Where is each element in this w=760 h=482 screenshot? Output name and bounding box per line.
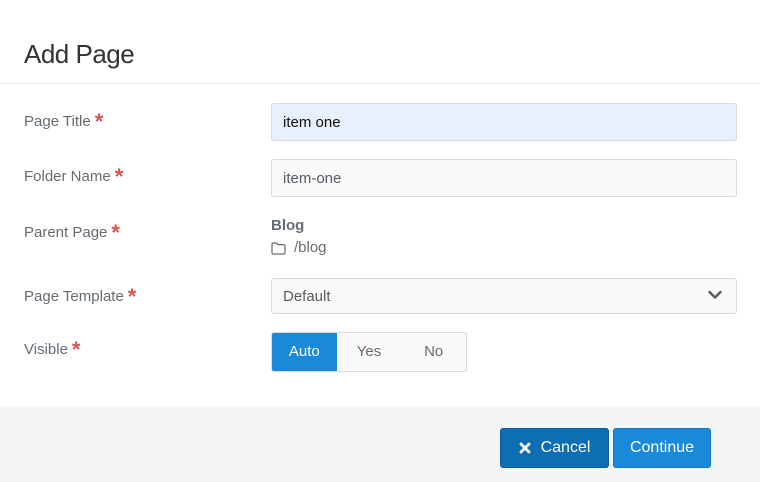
visible-option-no[interactable]: No — [401, 333, 466, 371]
cancel-button-label: Cancel — [540, 439, 591, 456]
required-marker: * — [71, 337, 81, 362]
visible-option-auto[interactable]: Auto — [272, 333, 337, 371]
parent-page-path: /blog — [271, 238, 327, 258]
chevron-down-icon — [708, 290, 722, 299]
continue-button[interactable]: Continue — [613, 428, 711, 468]
dialog-footer: Cancel Continue — [0, 407, 760, 482]
dialog-header: Add Page — [0, 0, 760, 84]
add-page-dialog: Add Page Page Title* Folder Name* Parent… — [0, 0, 760, 482]
visible-option-yes[interactable]: Yes — [337, 333, 402, 371]
continue-button-label: Continue — [629, 439, 695, 456]
required-marker: * — [94, 109, 104, 134]
page-template-label: Page Template * — [24, 284, 137, 309]
visible-label: Visible * — [24, 337, 81, 362]
parent-page-label: Parent Page * — [24, 220, 120, 245]
page-template-selected-value: Default — [283, 288, 331, 305]
visible-label-text: Visible — [24, 341, 68, 358]
parent-page-name: Blog — [271, 217, 305, 234]
parent-page-path-text: /blog — [294, 239, 327, 256]
cancel-button[interactable]: Cancel — [500, 428, 609, 468]
folder-name-label: Folder Name * — [24, 164, 124, 189]
required-marker: * — [114, 164, 124, 189]
dialog-title: Add Page — [24, 39, 135, 69]
folder-name-input[interactable] — [271, 159, 737, 197]
parent-page-label-text: Parent Page — [24, 224, 108, 241]
folder-icon — [271, 241, 286, 255]
close-icon — [519, 442, 530, 454]
required-marker: * — [127, 284, 137, 309]
page-title-label: Page Title * — [24, 109, 104, 134]
page-title-label-text: Page Title — [24, 113, 91, 130]
required-marker: * — [111, 220, 120, 245]
page-template-select[interactable]: Default — [271, 278, 737, 314]
page-title-input[interactable] — [271, 103, 737, 141]
visible-toggle-group: Auto Yes No — [271, 332, 467, 372]
page-template-label-text: Page Template — [24, 288, 124, 305]
folder-name-label-text: Folder Name — [24, 168, 111, 185]
